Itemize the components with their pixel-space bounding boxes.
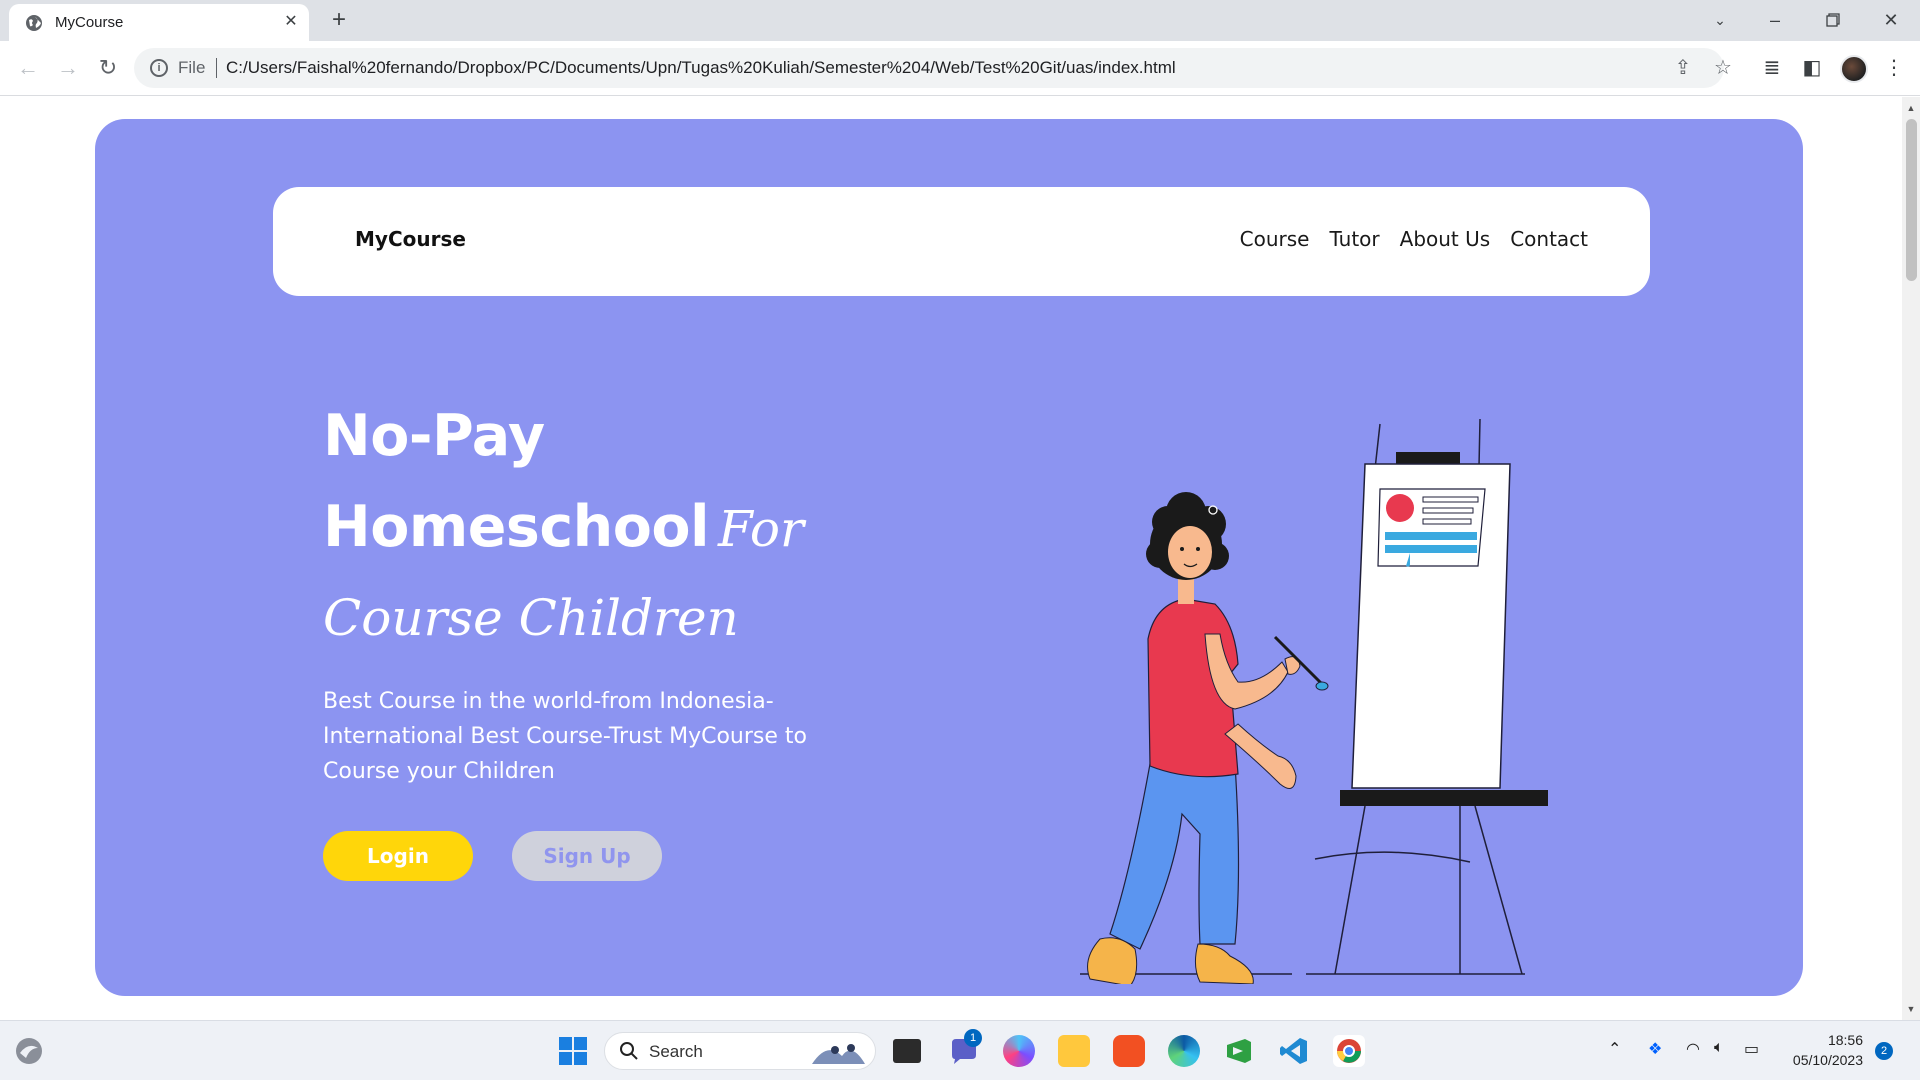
task-view-icon[interactable]: [893, 1039, 921, 1063]
scroll-up-icon[interactable]: ▲: [1902, 99, 1920, 117]
teams-chat-icon[interactable]: 1: [948, 1029, 982, 1067]
hero-section: MyCourse Course Tutor About Us Contact N…: [95, 119, 1803, 996]
page-scrollbar[interactable]: ▲ ▼: [1902, 97, 1920, 1020]
address-bar[interactable]: i File C:/Users/Faishal%20fernando/Dropb…: [134, 48, 1732, 88]
reading-list-icon[interactable]: ≣: [1758, 54, 1786, 82]
signup-button[interactable]: Sign Up: [512, 831, 662, 881]
headline-script-word: For: [717, 500, 804, 558]
vs-logo-icon: [1227, 1039, 1251, 1063]
nav-link-course[interactable]: Course: [1240, 227, 1310, 251]
back-button[interactable]: ←: [14, 54, 42, 82]
copilot-icon[interactable]: [1003, 1035, 1035, 1067]
hero-headline: No-Pay Homeschool For Course Children: [323, 391, 963, 664]
share-icon[interactable]: ⇪: [1672, 57, 1694, 79]
tab-title: MyCourse: [55, 14, 124, 31]
search-placeholder: Search: [649, 1042, 703, 1061]
reload-button[interactable]: ↻: [94, 54, 122, 82]
forward-button[interactable]: →: [54, 54, 82, 82]
battery-icon[interactable]: ▭: [1744, 1039, 1759, 1059]
taskbar-clock[interactable]: 18:56 05/10/2023: [1783, 1030, 1863, 1070]
chat-badge: 1: [964, 1029, 982, 1047]
headline-bold-word: Homeschool: [323, 494, 710, 560]
minimize-button[interactable]: –: [1760, 6, 1790, 34]
chrome-logo-icon: [1337, 1039, 1361, 1063]
menu-kebab-icon[interactable]: ⋮: [1880, 54, 1908, 82]
bookmark-star-icon[interactable]: ☆: [1712, 57, 1734, 79]
search-highlight-icon: [812, 1044, 865, 1064]
browser-tab-bar: MyCourse ✕ + ⌄ – ✕: [0, 0, 1920, 41]
url-text[interactable]: C:/Users/Faishal%20fernando/Dropbox/PC/D…: [226, 58, 1176, 78]
widgets-icon[interactable]: [12, 1034, 46, 1068]
edge-icon[interactable]: [1168, 1035, 1200, 1067]
taskbar-search[interactable]: Search: [604, 1032, 876, 1070]
side-panel-icon[interactable]: ◧: [1798, 54, 1826, 82]
chrome-icon[interactable]: [1333, 1035, 1365, 1067]
headline-line-1: No-Pay: [323, 403, 545, 469]
notification-badge[interactable]: 2: [1875, 1042, 1893, 1060]
visual-studio-icon[interactable]: [1223, 1035, 1255, 1067]
brand-logo[interactable]: MyCourse: [355, 227, 466, 251]
nav-link-about-us[interactable]: About Us: [1400, 227, 1491, 251]
close-tab-icon[interactable]: ✕: [281, 12, 301, 32]
child-figure: [1087, 492, 1329, 984]
globe-icon: [26, 15, 42, 31]
vscode-icon[interactable]: [1278, 1035, 1310, 1067]
address-scheme-label: File: [178, 58, 206, 77]
new-tab-button[interactable]: +: [325, 7, 353, 35]
headline-line-3: Course Children: [323, 589, 739, 647]
search-icon: [620, 1042, 638, 1060]
address-separator: [216, 58, 217, 78]
profile-avatar[interactable]: [1840, 55, 1868, 83]
windows-taskbar: Search 1 ⌃ ❖ ◠ 🔈︎ ▭ 18:56 05/10/2023 2: [0, 1020, 1920, 1080]
restore-icon: [1826, 13, 1840, 27]
page-viewport: MyCourse Course Tutor About Us Contact N…: [0, 97, 1902, 1020]
clock-date: 05/10/2023: [1792, 1052, 1863, 1068]
info-icon[interactable]: i: [150, 59, 168, 77]
browser-tab[interactable]: MyCourse ✕: [9, 4, 309, 41]
site-navbar: MyCourse Course Tutor About Us Contact: [273, 187, 1650, 296]
tab-search-chevron-icon[interactable]: ⌄: [1705, 6, 1735, 34]
restore-button[interactable]: [1818, 6, 1848, 34]
vscode-logo-icon: [1280, 1038, 1307, 1064]
login-button[interactable]: Login: [323, 831, 473, 881]
tray-overflow-chevron-icon[interactable]: ⌃: [1608, 1039, 1621, 1059]
file-explorer-icon[interactable]: [1058, 1035, 1090, 1067]
close-window-button[interactable]: ✕: [1876, 6, 1906, 34]
start-menu-icon[interactable]: [557, 1035, 589, 1067]
hero-illustration: [1080, 418, 1548, 984]
scroll-thumb[interactable]: [1906, 119, 1917, 281]
dropbox-icon[interactable]: ❖: [1648, 1039, 1662, 1059]
nav-link-contact[interactable]: Contact: [1510, 227, 1588, 251]
volume-icon[interactable]: 🔈︎: [1714, 1039, 1724, 1057]
wifi-icon[interactable]: ◠: [1686, 1039, 1700, 1059]
app-icon[interactable]: [1113, 1035, 1145, 1067]
nav-menu: Course Tutor About Us Contact: [1240, 227, 1588, 251]
nav-link-tutor[interactable]: Tutor: [1329, 227, 1379, 251]
clock-time: 18:56: [1827, 1032, 1863, 1048]
hero-subtitle: Best Course in the world-from Indonesia-…: [323, 689, 807, 784]
browser-toolbar: ← → ↻ i File C:/Users/Faishal%20fernando…: [0, 41, 1920, 96]
scroll-down-icon[interactable]: ▼: [1902, 1000, 1920, 1018]
headline-line-2: Homeschool For: [323, 482, 963, 573]
